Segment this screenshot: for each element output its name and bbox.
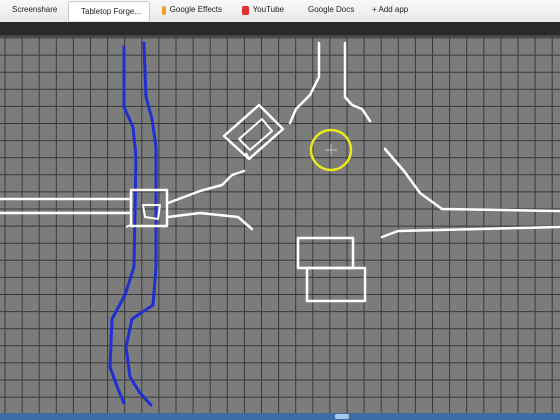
map-grid: [0, 37, 560, 413]
tab-screenshare[interactable]: Screenshare: [4, 0, 66, 20]
road-center-upper: [166, 169, 246, 205]
tab-label: Tabletop Forge...: [81, 6, 142, 16]
app-tab-bar: Screenshare Tabletop Forge... Google Eff…: [0, 0, 560, 23]
tab-label: Google Docs: [308, 5, 355, 14]
youtube-icon: [242, 5, 249, 15]
tab-google-docs[interactable]: Google Docs: [296, 0, 360, 20]
tab-google-effects[interactable]: Google Effects: [154, 0, 230, 20]
tab-youtube[interactable]: YouTube: [234, 0, 292, 20]
river-drawing: [108, 41, 158, 407]
tab-label: YouTube: [252, 5, 284, 14]
tab-tabletop-forge[interactable]: Tabletop Forge...: [68, 1, 150, 21]
cursor-ring: [309, 128, 353, 172]
tab-label: + Add app: [372, 5, 409, 14]
google-effects-icon: [162, 5, 166, 15]
road-right-diagonal: [383, 147, 560, 213]
road-right-lower: [380, 225, 560, 239]
building-rotated: [222, 103, 285, 161]
map-canvas[interactable]: [0, 37, 560, 413]
tab-label: Google Effects: [169, 5, 222, 14]
tabletop-map-board[interactable]: [0, 37, 560, 413]
scrollbar-thumb[interactable]: [335, 414, 349, 419]
window-status-bar: [0, 413, 560, 420]
building-stack: [296, 236, 367, 303]
app-toolbar: [0, 22, 560, 37]
add-app-button[interactable]: + Add app: [364, 0, 416, 20]
tab-label: Screenshare: [12, 5, 58, 14]
